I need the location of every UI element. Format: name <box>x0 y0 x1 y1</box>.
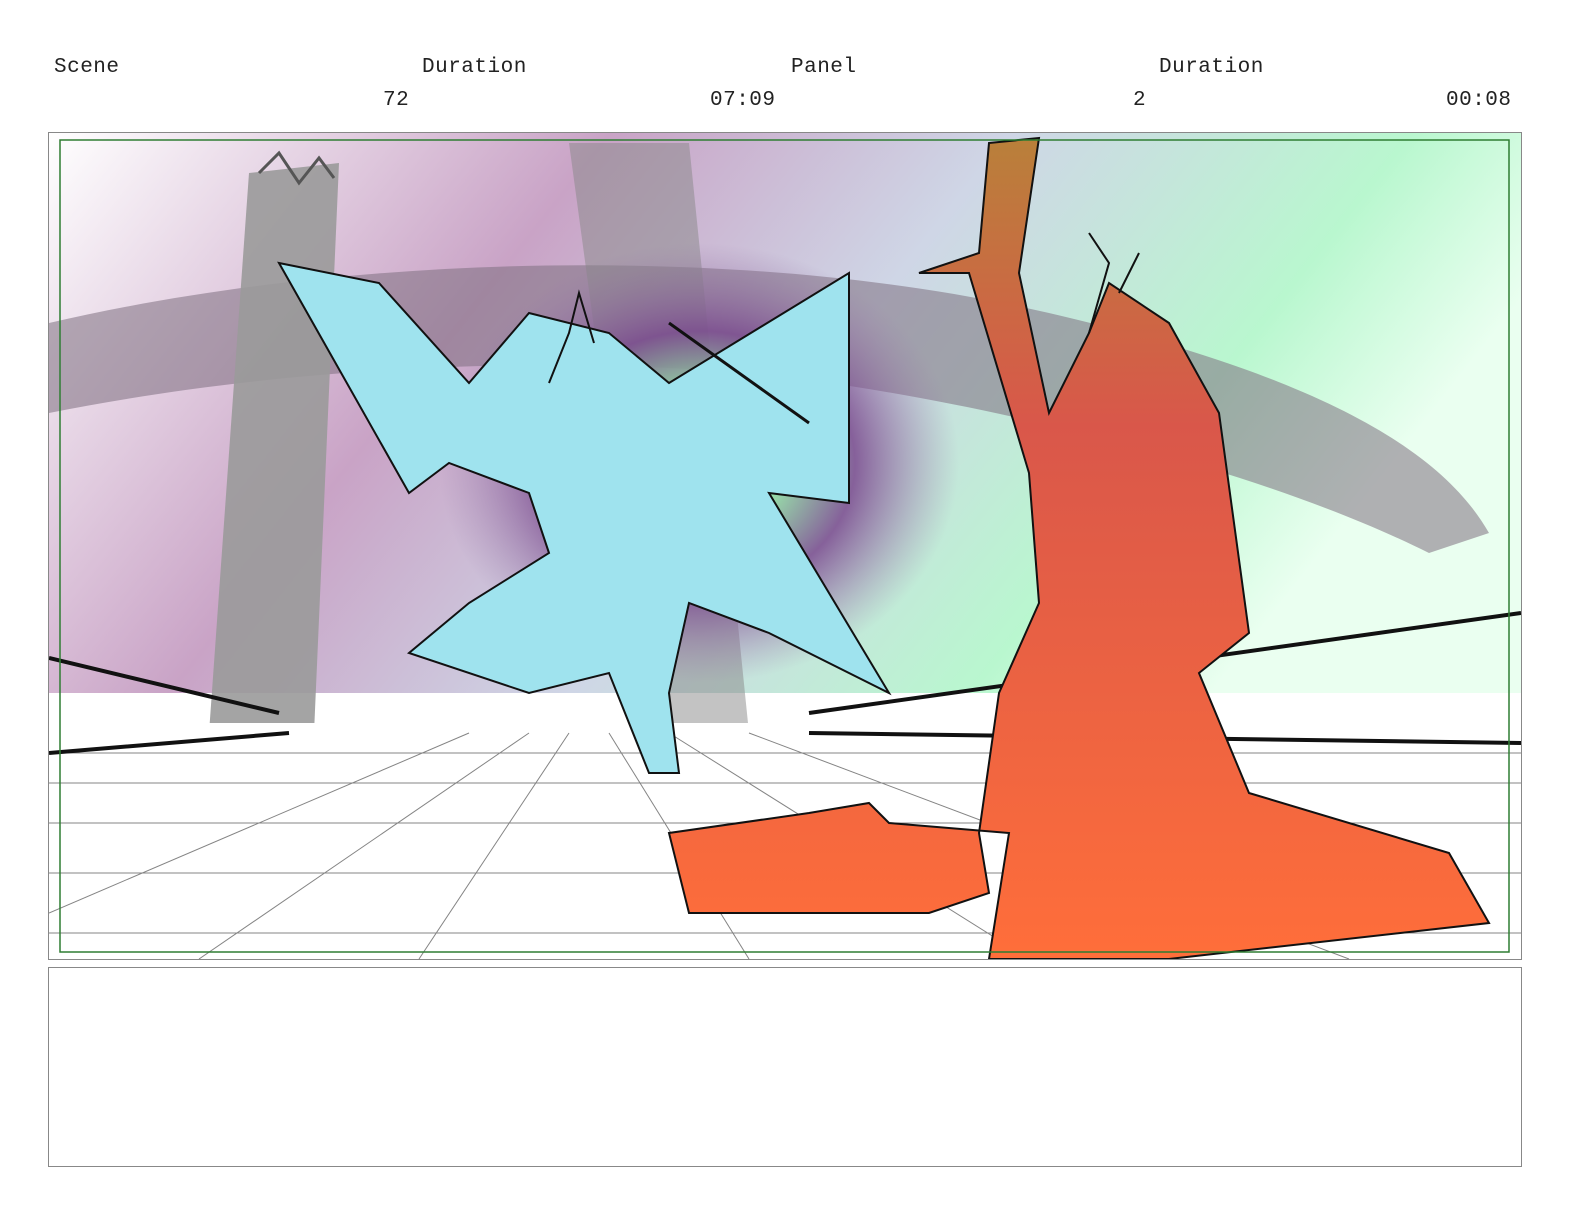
scene-label: Scene <box>54 56 120 79</box>
scene-duration-value: 07:09 <box>710 89 776 112</box>
scene-duration-label: Duration <box>422 56 527 79</box>
panel-artwork <box>49 133 1521 959</box>
scene-number: 72 <box>383 89 410 112</box>
notes-box <box>48 967 1522 1167</box>
storyboard-panel <box>48 132 1522 960</box>
panel-duration-value: 00:08 <box>1446 89 1512 112</box>
panel-label: Panel <box>791 56 857 79</box>
panel-number: 2 <box>1133 89 1147 112</box>
panel-duration-label: Duration <box>1159 56 1264 79</box>
